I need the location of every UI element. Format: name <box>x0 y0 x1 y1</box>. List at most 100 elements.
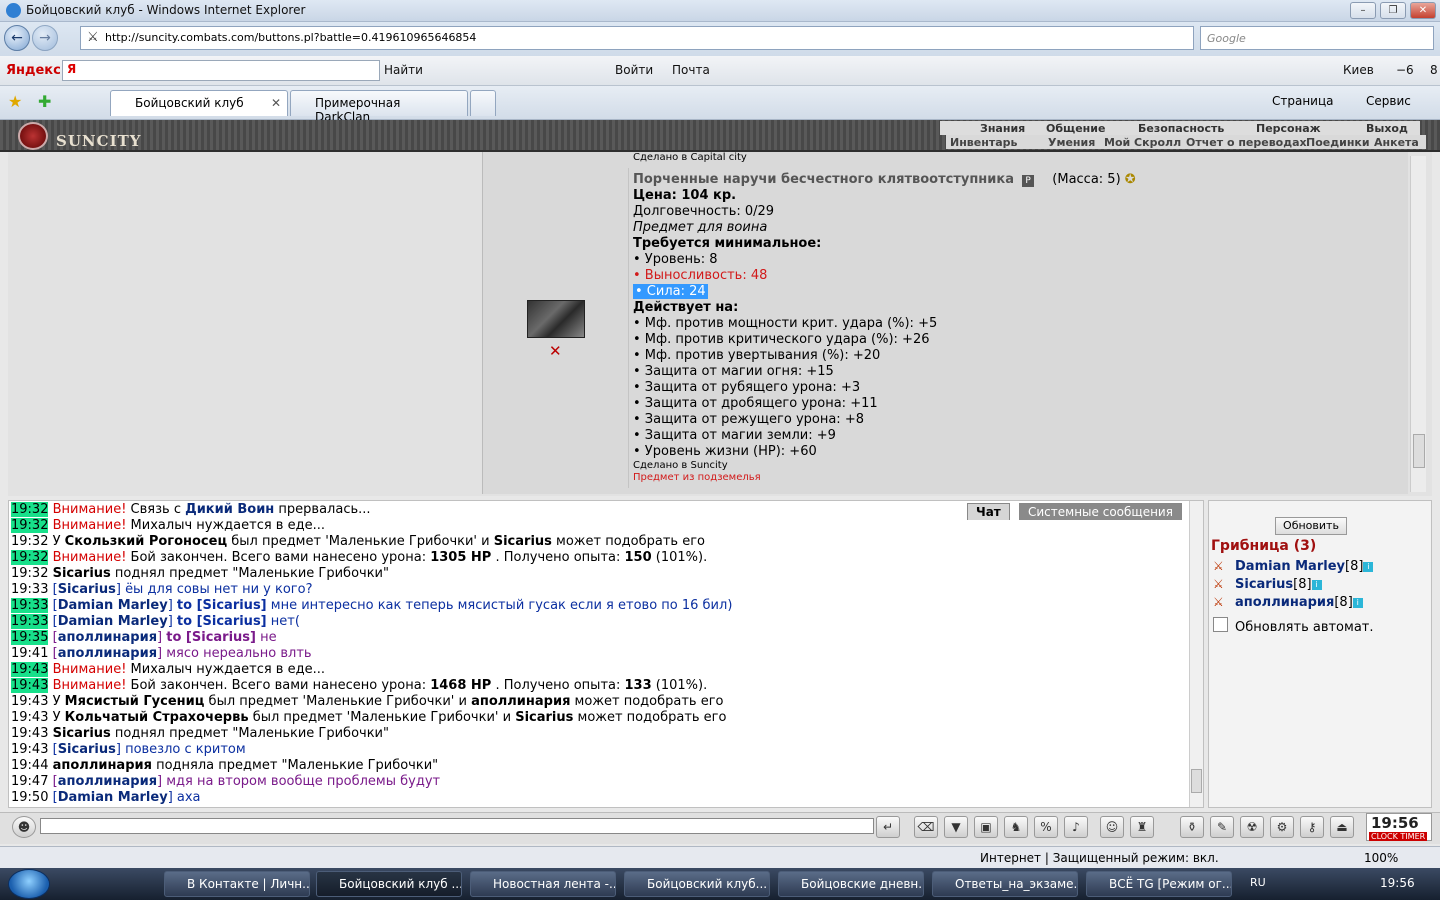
potion-icon[interactable]: ⚱ <box>1180 816 1204 838</box>
chat-time[interactable]: 19:43 <box>11 726 48 741</box>
helmet-icon[interactable]: ♜ <box>1130 816 1154 838</box>
attack-swords-icon[interactable]: ⚔ <box>1213 559 1235 573</box>
weather-city[interactable]: Киев <box>1343 63 1374 77</box>
chat-nick[interactable]: Damian Marley <box>58 614 168 629</box>
yandex-mail-button[interactable]: Почта <box>672 63 710 77</box>
item-name[interactable]: Порченные наручи бесчестного клятвоотсту… <box>633 172 1014 187</box>
private-icon[interactable]: % <box>1034 816 1058 838</box>
menu-transfer-report[interactable]: Отчет о переводах <box>1186 136 1307 149</box>
chat-scrollbar[interactable] <box>1189 501 1203 807</box>
chat-time[interactable]: 19:35 <box>11 630 49 645</box>
menu-knowledge[interactable]: Знания <box>980 122 1025 135</box>
chat-time[interactable]: 19:47 <box>11 774 48 789</box>
page-menu[interactable]: Страница <box>1272 94 1334 108</box>
chat-filter-icon[interactable]: ▼ <box>944 816 968 838</box>
tools-menu[interactable]: Сервис <box>1366 94 1411 108</box>
menu-communication[interactable]: Общение <box>1046 122 1105 135</box>
send-message-icon[interactable]: ↵ <box>876 816 900 838</box>
minimize-button[interactable]: – <box>1350 2 1376 19</box>
chat-nick[interactable]: аполлинария <box>58 646 157 661</box>
chat-time[interactable]: 19:43 <box>11 678 49 693</box>
mask-icon[interactable]: ☢ <box>1240 816 1264 838</box>
chat-nick[interactable]: Sicarius <box>58 582 116 597</box>
delete-item-icon[interactable]: ✕ <box>549 342 562 360</box>
tab-darkclan[interactable]: Примерочная DarkClan <box>290 90 468 124</box>
address-input[interactable]: ⚔ http://suncity.combats.com/buttons.pl?… <box>80 26 1194 50</box>
menu-profile[interactable]: Анкета <box>1374 136 1419 149</box>
chat-nick[interactable]: Дикий Воин <box>185 502 274 517</box>
info-icon[interactable]: i <box>1352 598 1363 608</box>
chat-time[interactable]: 19:43 <box>11 710 48 725</box>
online-user[interactable]: ⚔ Damian Marley[8] i <box>1213 559 1374 574</box>
add-favorites-icon[interactable]: ✚ <box>38 92 51 111</box>
start-button[interactable] <box>8 869 50 899</box>
task-item[interactable]: Бойцовские дневн... <box>778 871 924 897</box>
info-icon[interactable]: i <box>1311 580 1322 590</box>
gear-icon[interactable]: ⚙ <box>1270 816 1294 838</box>
task-item[interactable]: Бойцовский клуб ... <box>316 871 462 897</box>
chat-time[interactable]: 19:32 <box>11 518 49 533</box>
online-user[interactable]: ⚔ Sicarius[8] i <box>1213 577 1322 592</box>
yandex-login-button[interactable]: Войти <box>615 63 653 77</box>
tab-boitsovsky-klub[interactable]: Бойцовский клуб ✕ <box>110 90 288 116</box>
tab-chat[interactable]: Чат <box>967 503 1010 520</box>
menu-character[interactable]: Персонаж <box>1256 122 1321 135</box>
yandex-brand[interactable]: Яндекс <box>6 63 61 78</box>
task-item[interactable]: В Контакте | Личн... <box>164 871 310 897</box>
chat-time[interactable]: 19:33 <box>11 598 49 613</box>
chat-time[interactable]: 19:33 <box>11 582 48 597</box>
back-button[interactable]: ← <box>4 25 30 51</box>
chat-nick[interactable]: аполлинария <box>58 774 157 789</box>
task-item[interactable]: Новостная лента -... <box>470 871 616 897</box>
chat-time[interactable]: 19:50 <box>11 790 48 805</box>
favorites-star-icon[interactable]: ★ <box>8 92 22 111</box>
chat-time[interactable]: 19:32 <box>11 502 49 517</box>
security-zone[interactable]: Интернет | Защищенный режим: вкл. <box>980 851 1219 865</box>
scroll-icon[interactable]: ✎ <box>1210 816 1234 838</box>
smileys-icon[interactable]: ☺ <box>1100 816 1124 838</box>
chat-time[interactable]: 19:41 <box>11 646 48 661</box>
chat-time[interactable]: 19:32 <box>11 534 48 549</box>
lock-icon[interactable]: ⚷ <box>1300 816 1324 838</box>
close-window-button[interactable]: ✕ <box>1410 2 1436 19</box>
zoom-level[interactable]: 100% <box>1364 851 1398 865</box>
chat-nick[interactable]: аполлинария <box>58 630 157 645</box>
task-item[interactable]: ВСЁ TG [Режим ог... <box>1086 871 1232 897</box>
chat-time[interactable]: 19:33 <box>11 614 49 629</box>
scroll-thumb[interactable] <box>1191 769 1202 793</box>
info-icon[interactable]: i <box>1363 562 1374 572</box>
system-clock[interactable]: 19:56 <box>1380 876 1415 890</box>
auto-refresh-checkbox[interactable] <box>1213 617 1228 632</box>
menu-my-scroll[interactable]: Мой Скролл <box>1104 136 1181 149</box>
language-indicator[interactable]: RU <box>1250 876 1266 889</box>
tab-system-messages[interactable]: Системные сообщения <box>1019 503 1182 520</box>
chat-nick[interactable]: Damian Marley <box>58 790 168 805</box>
maximize-button[interactable]: ❐ <box>1380 2 1406 19</box>
menu-exit[interactable]: Выход <box>1366 122 1408 135</box>
clear-chat-icon[interactable]: ⌫ <box>914 816 938 838</box>
item-bracers-image[interactable] <box>527 300 585 338</box>
chat-time[interactable]: 19:32 <box>11 566 48 581</box>
menu-inventory[interactable]: Инвентарь <box>950 136 1017 149</box>
inventory-scrollbar[interactable] <box>1410 156 1426 492</box>
chat-log-icon[interactable]: ▣ <box>974 816 998 838</box>
attack-swords-icon[interactable]: ⚔ <box>1213 595 1235 609</box>
new-tab-button[interactable] <box>470 90 496 116</box>
yandex-find-button[interactable]: Найти <box>384 63 423 77</box>
sound-icon[interactable]: ♪ <box>1064 816 1088 838</box>
chat-input[interactable] <box>40 818 874 834</box>
scroll-thumb[interactable] <box>1413 434 1425 468</box>
menu-fights[interactable]: Поединки <box>1306 136 1370 149</box>
online-user[interactable]: ⚔ аполлинария[8] i <box>1213 595 1363 610</box>
menu-skills[interactable]: Умения <box>1048 136 1095 149</box>
attack-swords-icon[interactable]: ⚔ <box>1213 577 1235 591</box>
refresh-button[interactable]: Обновить <box>1275 517 1347 535</box>
chat-nick[interactable]: Damian Marley <box>58 598 168 613</box>
character-icon[interactable]: ♞ <box>1004 816 1028 838</box>
menu-security[interactable]: Безопасность <box>1138 122 1224 135</box>
task-item[interactable]: Ответы_на_экзаме... <box>932 871 1078 897</box>
chat-time[interactable]: 19:44 <box>11 758 48 773</box>
tab-close-icon[interactable]: ✕ <box>271 96 281 110</box>
forward-button[interactable]: → <box>32 25 58 51</box>
chat-smiley-menu-icon[interactable]: ☻ <box>12 816 36 838</box>
